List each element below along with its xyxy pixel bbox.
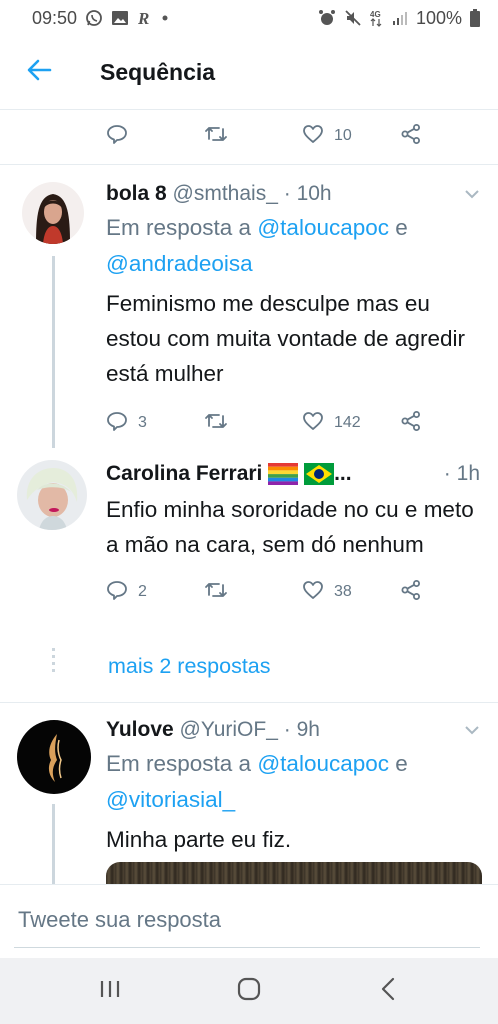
author-name[interactable]: Yulove: [106, 718, 174, 742]
avatar[interactable]: [17, 460, 87, 530]
tweet-item[interactable]: Yulove @YuriOF_ · 9h Em resposta a @talo…: [0, 702, 498, 884]
like-icon: [302, 579, 324, 606]
thread-dots: [52, 648, 55, 676]
mention-link[interactable]: @taloucapoc: [257, 215, 389, 240]
like-count: 142: [334, 414, 361, 431]
back-arrow-icon: [26, 59, 52, 86]
name-truncation: ...: [334, 462, 352, 485]
author-handle[interactable]: @YuriOF_: [180, 718, 278, 742]
caret-down-icon[interactable]: [464, 725, 480, 735]
parent-tweet-actions: 10: [106, 116, 422, 156]
rainbow-flag-icon: [268, 463, 299, 485]
retweet-button[interactable]: [204, 123, 302, 150]
author-name[interactable]: Carolina Ferrari: [106, 462, 262, 486]
signal-icon: [392, 10, 408, 26]
separator: ·: [443, 462, 451, 485]
share-icon: [400, 579, 422, 606]
home-button[interactable]: [219, 971, 279, 1011]
app-header: Sequência: [0, 36, 498, 110]
tweet-item[interactable]: bola 8 @smthais_ · 10h Em resposta a @ta…: [0, 164, 498, 448]
reply-context: Em resposta a @taloucapoc e @vitoriasial_: [106, 751, 408, 812]
reply-input[interactable]: Tweete sua resposta: [18, 907, 221, 933]
tweet-actions: 2 38: [106, 572, 480, 612]
tweet-time: 10h: [296, 182, 332, 205]
tweet-item[interactable]: Carolina Ferrari ... · 1h Enfio minha so…: [0, 448, 498, 648]
back-button[interactable]: [0, 59, 78, 86]
tweet-actions: 3 142: [106, 403, 480, 443]
battery-percent: 100%: [415, 7, 462, 28]
mention-link[interactable]: @taloucapoc: [257, 751, 389, 776]
r-app-icon: R: [137, 9, 153, 27]
tweet-time: 1h: [456, 462, 480, 485]
like-button[interactable]: 10: [302, 123, 400, 150]
system-back-button[interactable]: [358, 971, 418, 1011]
like-count: 10: [334, 127, 352, 144]
recent-apps-icon: [98, 979, 122, 1004]
share-icon: [400, 123, 422, 150]
home-icon: [236, 976, 262, 1007]
tweet-time: 9h: [296, 718, 320, 741]
tweet-text: Enfio minha sororidade no cu e meto a mã…: [106, 497, 474, 557]
gallery-icon: [111, 10, 129, 26]
recent-apps-button[interactable]: [80, 971, 140, 1011]
like-button[interactable]: 142: [302, 410, 400, 437]
thread-line: [52, 256, 55, 448]
compose-bar: Tweete sua resposta: [0, 884, 498, 958]
share-button[interactable]: [400, 123, 422, 150]
chevron-left-icon: [380, 977, 396, 1006]
reply-count: 2: [138, 583, 147, 600]
mute-icon: [344, 9, 362, 27]
retweet-icon: [204, 579, 228, 606]
author-handle[interactable]: @smthais_: [173, 182, 278, 206]
reply-button[interactable]: 2: [106, 579, 204, 606]
mention-link[interactable]: @andradeoisa: [106, 251, 253, 276]
system-nav-bar: [0, 958, 498, 1024]
like-icon: [302, 410, 324, 437]
like-count: 38: [334, 583, 352, 600]
reply-context: Em resposta a @taloucapoc e @andradeoisa: [106, 215, 408, 276]
like-icon: [302, 123, 324, 150]
retweet-icon: [204, 410, 228, 437]
reply-button[interactable]: [106, 123, 204, 150]
status-time: 09:50: [32, 7, 78, 28]
reply-count: 3: [138, 414, 147, 431]
author-name[interactable]: bola 8: [106, 182, 167, 206]
separator: ·: [283, 718, 291, 741]
thread-line: [52, 804, 55, 884]
notification-dot-icon: [161, 14, 169, 22]
avatar[interactable]: [22, 182, 84, 244]
more-replies-link[interactable]: mais 2 respostas: [108, 654, 271, 679]
reply-icon: [106, 410, 128, 437]
caret-down-icon[interactable]: [464, 189, 480, 199]
alarm-icon: [318, 9, 336, 27]
mention-link[interactable]: @vitoriasial_: [106, 787, 235, 812]
retweet-button[interactable]: [204, 410, 302, 437]
battery-icon: [470, 9, 480, 27]
svg-text:R: R: [137, 9, 149, 27]
separator: ·: [283, 182, 291, 205]
retweet-icon: [204, 123, 228, 150]
reply-button[interactable]: 3: [106, 410, 204, 437]
network-4g-icon: 4G: [370, 9, 384, 27]
reply-icon: [106, 123, 128, 150]
svg-text:4G: 4G: [370, 10, 381, 19]
retweet-button[interactable]: [204, 579, 302, 606]
reply-icon: [106, 579, 128, 606]
status-bar: 09:50 R 4G 100%: [0, 0, 498, 36]
share-button[interactable]: [400, 410, 422, 437]
brazil-flag-icon: [304, 463, 335, 485]
tweet-text: Minha parte eu fiz.: [106, 827, 292, 852]
share-button[interactable]: [400, 579, 422, 606]
whatsapp-icon: [85, 9, 103, 27]
page-title: Sequência: [100, 59, 216, 85]
tweet-text: Feminismo me desculpe mas eu estou com m…: [106, 291, 465, 386]
avatar[interactable]: [17, 720, 91, 794]
share-icon: [400, 410, 422, 437]
input-underline: [14, 947, 480, 948]
like-button[interactable]: 38: [302, 579, 400, 606]
